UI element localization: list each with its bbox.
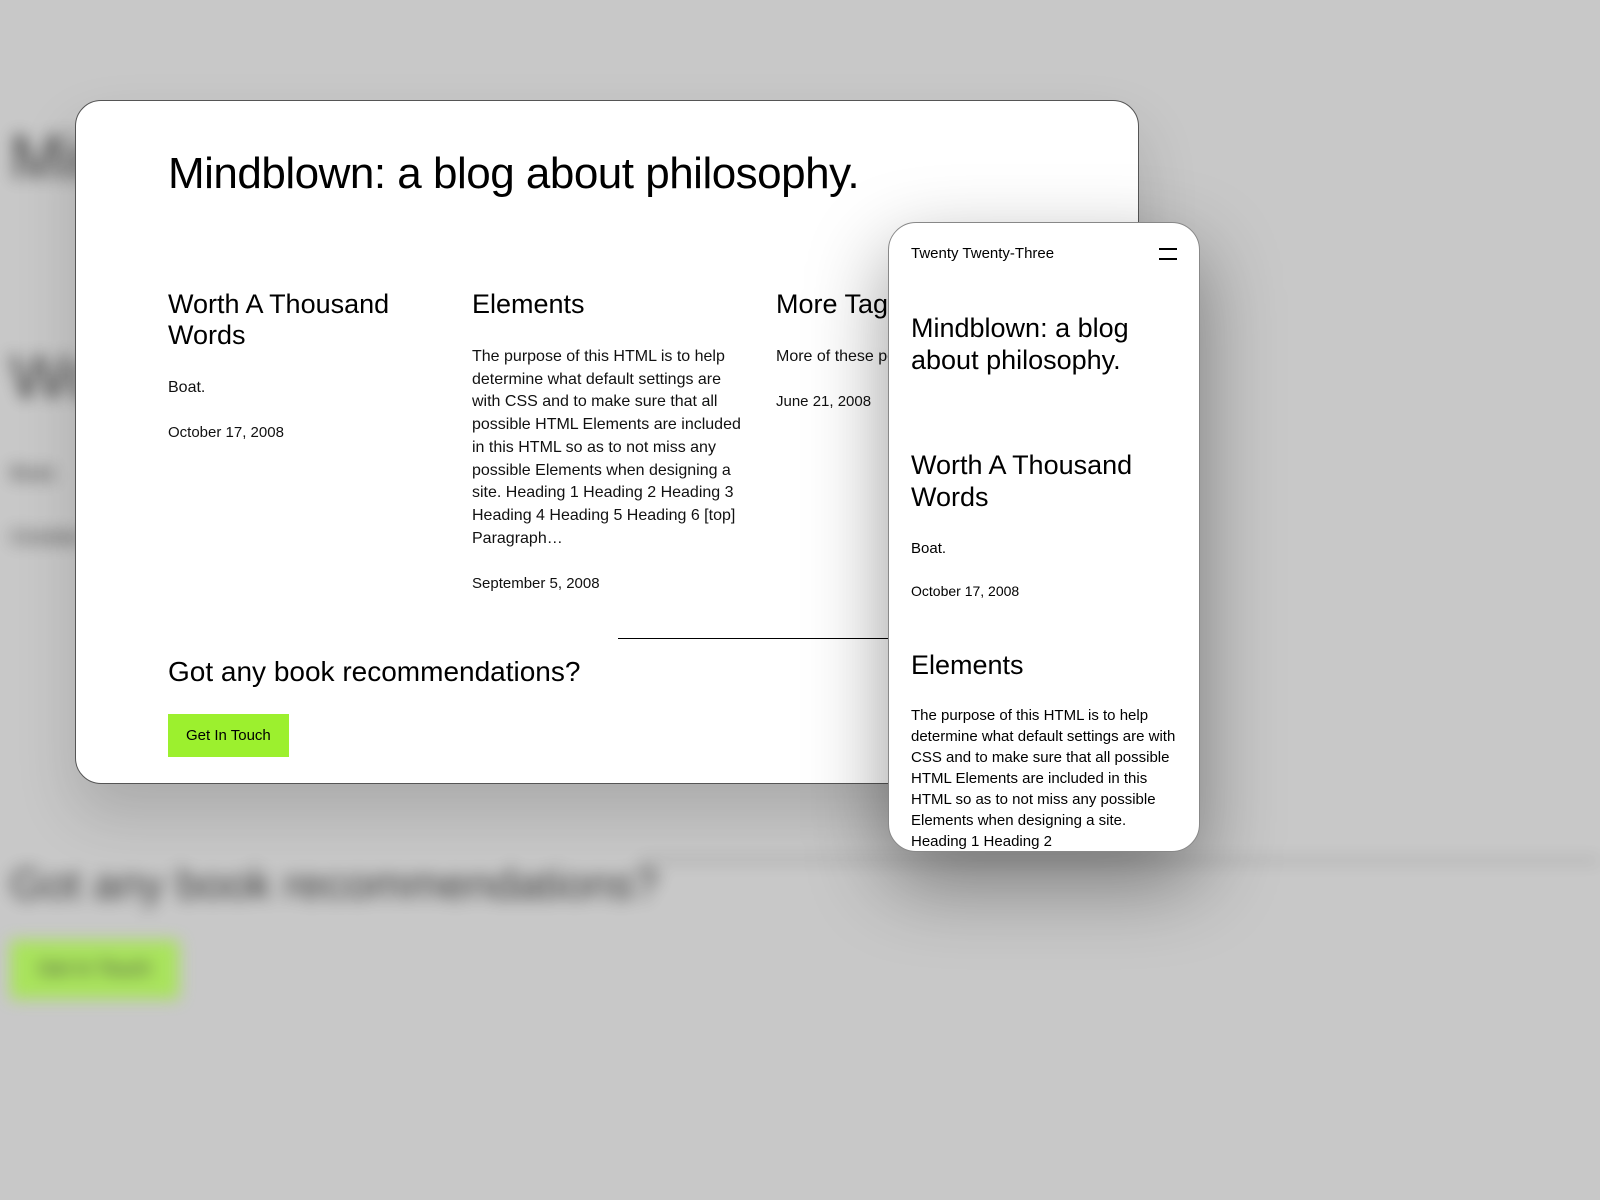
mobile-header: Twenty Twenty-Three	[911, 245, 1177, 262]
post-date: October 17, 2008	[168, 424, 438, 441]
mobile-site-title-link[interactable]: Twenty Twenty-Three	[911, 245, 1054, 262]
bg-cta-title: Got any book recommendations?	[10, 860, 658, 910]
mobile-post-card: Elements The purpose of this HTML is to …	[911, 649, 1177, 852]
mobile-post-card: Worth A Thousand Words Boat. October 17,…	[911, 449, 1177, 599]
mobile-post-title-link[interactable]: Worth A Thousand Words	[911, 449, 1177, 514]
bg-divider	[640, 860, 1600, 861]
bg-cta-button: Get In Touch	[10, 940, 179, 999]
mobile-preview-card: Twenty Twenty-Three Mindblown: a blog ab…	[888, 222, 1200, 852]
mobile-post-date: October 17, 2008	[911, 583, 1177, 599]
blog-title: Mindblown: a blog about philosophy.	[168, 149, 1046, 199]
mobile-blog-title: Mindblown: a blog about philosophy.	[911, 312, 1177, 377]
post-excerpt: The purpose of this HTML is to help dete…	[472, 346, 742, 550]
mobile-post-excerpt: Boat.	[911, 538, 1177, 559]
mobile-post-excerpt: The purpose of this HTML is to help dete…	[911, 705, 1177, 852]
post-excerpt: Boat.	[168, 377, 438, 400]
menu-icon[interactable]	[1159, 248, 1177, 260]
post-title-link[interactable]: Worth A Thousand Words	[168, 289, 438, 351]
post-card: Worth A Thousand Words Boat. October 17,…	[168, 289, 438, 592]
get-in-touch-button[interactable]: Get In Touch	[168, 714, 289, 757]
post-card: Elements The purpose of this HTML is to …	[472, 289, 742, 592]
post-title-link[interactable]: Elements	[472, 289, 742, 320]
mobile-post-title-link[interactable]: Elements	[911, 649, 1177, 681]
post-date: September 5, 2008	[472, 575, 742, 592]
